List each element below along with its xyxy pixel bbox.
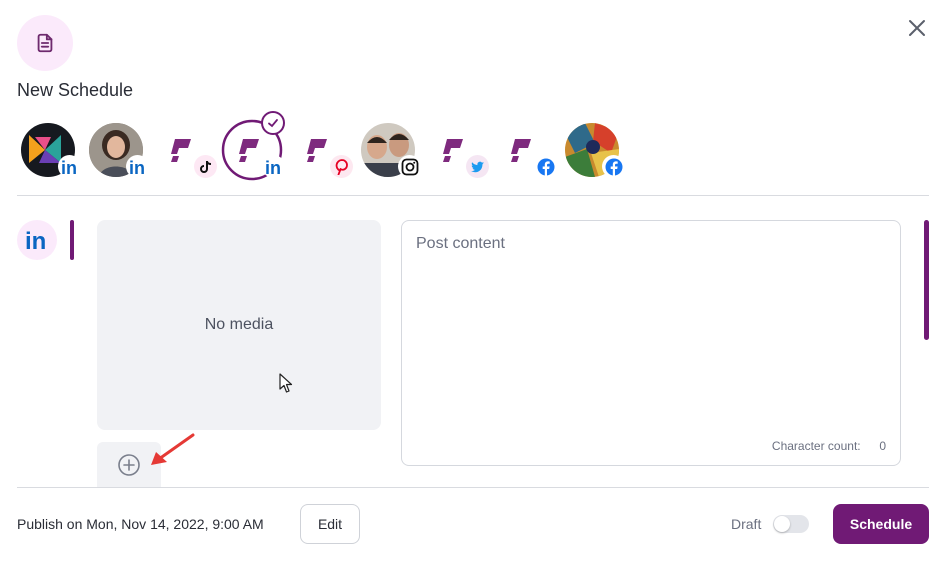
account-9[interactable] xyxy=(565,123,625,178)
character-count-label: Character count: xyxy=(771,439,861,453)
svg-text:in: in xyxy=(61,158,77,177)
annotation-arrow-icon xyxy=(151,433,195,465)
document-icon xyxy=(17,15,73,71)
active-network-indicator xyxy=(70,220,74,260)
mouse-cursor-icon xyxy=(279,373,293,393)
close-button[interactable] xyxy=(903,14,931,42)
svg-text:in: in xyxy=(265,158,281,177)
media-preview[interactable]: No media xyxy=(97,220,381,430)
account-2[interactable]: in xyxy=(89,123,149,178)
top-divider xyxy=(17,195,929,196)
account-7[interactable] xyxy=(429,123,489,178)
bottom-divider xyxy=(17,487,929,488)
post-content-box: Character count: 0 xyxy=(401,220,901,466)
linkedin-icon[interactable]: in xyxy=(17,220,57,260)
facebook-icon xyxy=(534,155,557,178)
post-content-input[interactable] xyxy=(416,235,886,425)
tiktok-icon xyxy=(194,155,217,178)
linkedin-icon: in xyxy=(126,155,149,178)
check-icon xyxy=(261,111,285,135)
dialog-title: New Schedule xyxy=(17,80,134,100)
linkedin-icon: in xyxy=(58,155,81,178)
toggle-knob xyxy=(774,516,790,532)
account-4-selected[interactable]: in xyxy=(221,111,285,181)
instagram-icon xyxy=(398,155,421,178)
scrollbar[interactable] xyxy=(924,220,929,340)
schedule-button[interactable]: Schedule xyxy=(833,504,929,544)
character-count: Character count: 0 xyxy=(772,439,886,453)
close-icon xyxy=(909,20,925,36)
svg-text:in: in xyxy=(25,228,46,253)
account-5[interactable] xyxy=(293,123,353,178)
pinterest-icon xyxy=(330,155,353,178)
draft-toggle[interactable] xyxy=(773,515,809,533)
account-6[interactable] xyxy=(361,123,421,178)
svg-text:in: in xyxy=(129,158,145,177)
publish-date-text: Publish on Mon, Nov 14, 2022, 9:00 AM xyxy=(17,516,264,532)
no-media-label: No media xyxy=(204,316,274,333)
facebook-icon xyxy=(602,155,625,178)
account-3[interactable] xyxy=(157,123,217,178)
linkedin-icon: in xyxy=(262,155,285,178)
plus-circle-icon xyxy=(118,453,140,476)
character-count-value: 0 xyxy=(879,439,886,453)
twitter-icon xyxy=(466,155,489,178)
account-1[interactable]: in xyxy=(21,123,81,178)
account-8[interactable] xyxy=(497,123,557,178)
draft-label: Draft xyxy=(731,516,762,532)
edit-button[interactable]: Edit xyxy=(300,504,360,544)
